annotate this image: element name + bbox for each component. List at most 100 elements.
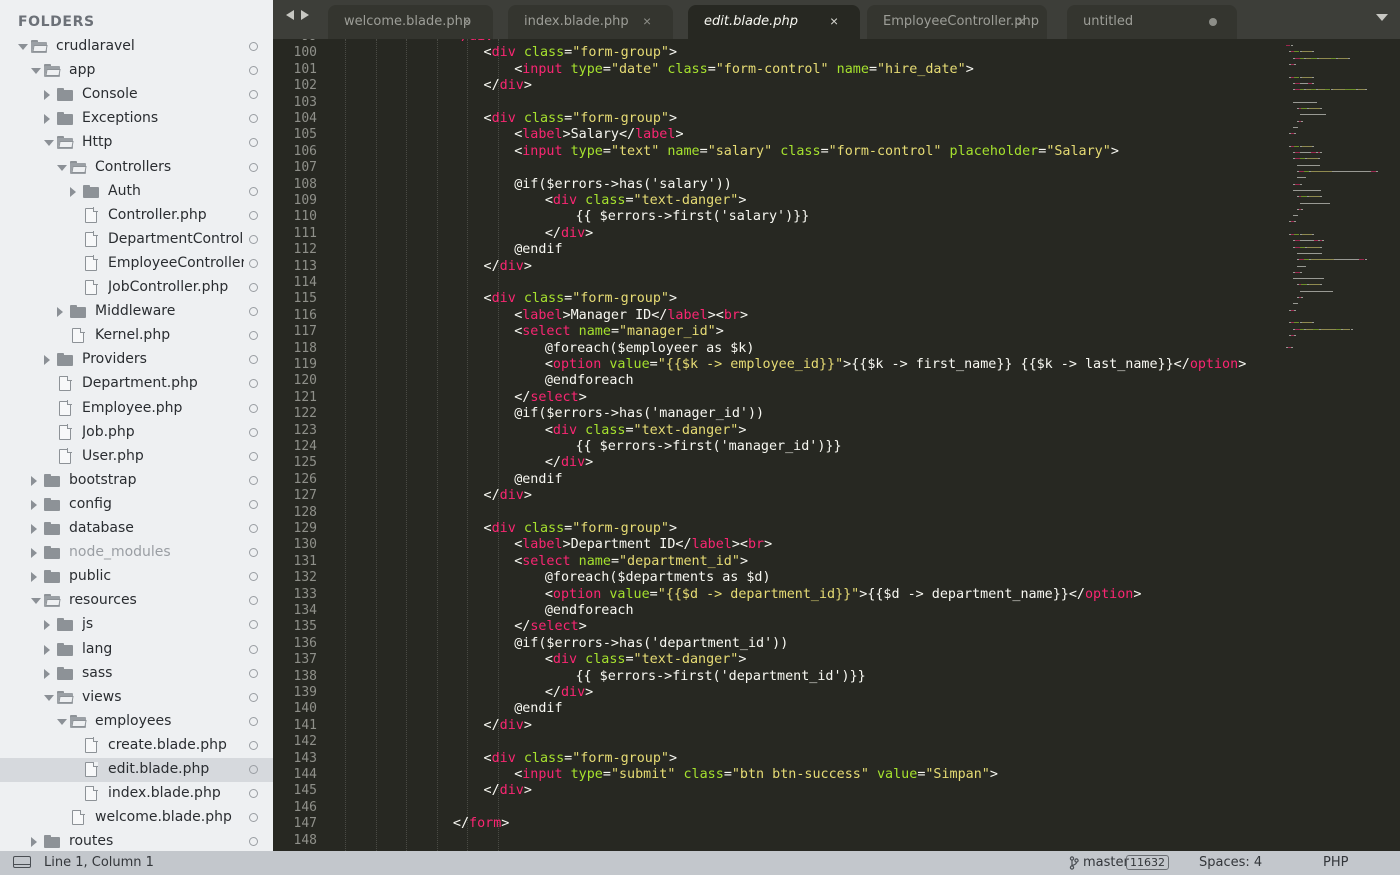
code-line[interactable]: 143 <div class="form-group">: [273, 751, 1273, 767]
sidebar-folder[interactable]: js: [0, 613, 273, 637]
sidebar-folder[interactable]: public: [0, 565, 273, 589]
code-line[interactable]: 103: [273, 95, 1273, 111]
sidebar-file[interactable]: EmployeeController.php: [0, 252, 273, 276]
git-branch[interactable]: master: [1083, 855, 1129, 870]
sidebar-folder[interactable]: Middleware: [0, 300, 273, 324]
code-line[interactable]: 147 </form>: [273, 816, 1273, 832]
disclosure-closed-icon[interactable]: [31, 475, 37, 486]
disclosure-closed-icon[interactable]: [31, 548, 37, 559]
tab-close-icon[interactable]: ×: [463, 13, 471, 29]
sidebar-folder[interactable]: database: [0, 517, 273, 541]
sidebar-folder[interactable]: config: [0, 493, 273, 517]
sidebar-file[interactable]: User.php: [0, 445, 273, 469]
code-line[interactable]: 121 </select>: [273, 390, 1273, 406]
tab-scroll-right-icon[interactable]: [301, 10, 309, 20]
cursor-position[interactable]: Line 1, Column 1: [44, 855, 154, 870]
disclosure-open-icon[interactable]: [44, 694, 54, 701]
disclosure-closed-icon[interactable]: [44, 668, 50, 679]
code-line[interactable]: 139 </div>: [273, 685, 1273, 701]
code-line[interactable]: 141 </div>: [273, 718, 1273, 734]
code-line[interactable]: 137 <div class="text-danger">: [273, 652, 1273, 668]
disclosure-closed-icon[interactable]: [31, 572, 37, 583]
unsaved-dot-icon[interactable]: [1209, 18, 1217, 26]
code-line[interactable]: 148: [273, 833, 1273, 849]
code-line[interactable]: 132 @foreach($departments as $d): [273, 570, 1273, 586]
editor-tab[interactable]: index.blade.php ×: [508, 5, 673, 39]
code-line[interactable]: 124 {{ $errors->first('manager_id')}}: [273, 439, 1273, 455]
code-line[interactable]: 146: [273, 800, 1273, 816]
editor-tab[interactable]: welcome.blade.php ×: [328, 5, 493, 39]
code-line[interactable]: 117 <select name="manager_id">: [273, 324, 1273, 340]
code-line[interactable]: 120 @endforeach: [273, 373, 1273, 389]
sidebar-folder[interactable]: Controllers: [0, 156, 273, 180]
disclosure-closed-icon[interactable]: [31, 837, 37, 848]
code-line[interactable]: 131 <select name="department_id">: [273, 554, 1273, 570]
sidebar-file[interactable]: Job.php: [0, 421, 273, 445]
code-line[interactable]: 133 <option value="{{$d -> department_id}…: [273, 587, 1273, 603]
code-line[interactable]: 126 @endif: [273, 472, 1273, 488]
sidebar-folder[interactable]: Exceptions: [0, 107, 273, 131]
code-line[interactable]: 144 <input type="submit" class="btn btn-s…: [273, 767, 1273, 783]
syntax-mode[interactable]: PHP: [1323, 855, 1348, 870]
sidebar-file[interactable]: DepartmentController.php: [0, 228, 273, 252]
code-line[interactable]: 110 {{ $errors->first('salary')}}: [273, 209, 1273, 225]
code-line[interactable]: 129 <div class="form-group">: [273, 521, 1273, 537]
sidebar-folder[interactable]: routes: [0, 830, 273, 851]
sidebar-file[interactable]: Department.php: [0, 372, 273, 396]
code-line[interactable]: 138 {{ $errors->first('department_id')}}: [273, 669, 1273, 685]
disclosure-open-icon[interactable]: [18, 44, 28, 50]
code-line[interactable]: 105 <label>Salary</label>: [273, 127, 1273, 143]
code-line[interactable]: 128: [273, 505, 1273, 521]
disclosure-open-icon[interactable]: [31, 598, 41, 605]
code-line[interactable]: 114: [273, 275, 1273, 291]
disclosure-closed-icon[interactable]: [70, 186, 76, 197]
editor-tab[interactable]: EmployeeController.php ×: [867, 5, 1047, 39]
tab-scroll-left-icon[interactable]: [286, 10, 294, 20]
disclosure-closed-icon[interactable]: [31, 499, 37, 510]
indentation-setting[interactable]: Spaces: 4: [1199, 855, 1262, 870]
code-line[interactable]: 107: [273, 160, 1273, 176]
tab-close-icon[interactable]: ×: [830, 13, 838, 29]
sidebar-file[interactable]: Employee.php: [0, 397, 273, 421]
sidebar-folder[interactable]: Console: [0, 83, 273, 107]
sidebar-file[interactable]: edit.blade.php: [0, 758, 273, 782]
disclosure-closed-icon[interactable]: [57, 307, 63, 318]
sidebar-folder[interactable]: app: [0, 59, 273, 83]
code-editor[interactable]: 99</div>100<div class="form-group">101<i…: [273, 39, 1400, 851]
code-line[interactable]: 136 @if($errors->has('department_id')): [273, 636, 1273, 652]
disclosure-closed-icon[interactable]: [31, 524, 37, 534]
code-line[interactable]: 115 <div class="form-group">: [273, 291, 1273, 307]
code-line[interactable]: 145 </div>: [273, 783, 1273, 799]
sidebar-folder[interactable]: resources: [0, 589, 273, 613]
sidebar-folder[interactable]: node_modules: [0, 541, 273, 565]
tab-close-icon[interactable]: ×: [643, 13, 651, 29]
sidebar-folder[interactable]: bootstrap: [0, 469, 273, 493]
sidebar-folder[interactable]: Auth: [0, 180, 273, 204]
disclosure-closed-icon[interactable]: [44, 90, 50, 101]
tab-close-icon[interactable]: ×: [1017, 13, 1025, 29]
code-line[interactable]: 113 </div>: [273, 259, 1273, 275]
tab-dropdown-icon[interactable]: [1376, 14, 1388, 21]
sidebar-folder[interactable]: sass: [0, 662, 273, 686]
code-line[interactable]: 100 <div class="form-group">: [273, 45, 1273, 61]
code-line[interactable]: 142: [273, 734, 1273, 750]
code-line[interactable]: 122 @if($errors->has('manager_id')): [273, 406, 1273, 422]
disclosure-open-icon[interactable]: [31, 68, 41, 75]
sidebar-folder[interactable]: Providers: [0, 348, 273, 372]
disclosure-closed-icon[interactable]: [44, 644, 50, 655]
code-line[interactable]: 99 </div>: [273, 39, 1273, 45]
sidebar-folder[interactable]: views: [0, 686, 273, 710]
code-line[interactable]: 108 @if($errors->has('salary')): [273, 177, 1273, 193]
sidebar-folder[interactable]: crudlaravel: [0, 35, 273, 59]
code-line[interactable]: 106 <input type="text" name="salary" clas…: [273, 144, 1273, 160]
code-line[interactable]: 104 <div class="form-group">: [273, 111, 1273, 127]
sidebar-file[interactable]: create.blade.php: [0, 734, 273, 758]
sidebar-file[interactable]: index.blade.php: [0, 782, 273, 806]
minimap[interactable]: [1273, 39, 1400, 379]
panel-toggle-icon[interactable]: [13, 856, 31, 868]
code-line[interactable]: 130 <label>Department ID</label><br>: [273, 537, 1273, 553]
code-line[interactable]: 116 <label>Manager ID</label><br>: [273, 308, 1273, 324]
editor-tab[interactable]: edit.blade.php ×: [688, 5, 860, 39]
code-line[interactable]: 125 </div>: [273, 455, 1273, 471]
code-line[interactable]: 119 <option value="{{$k -> employee_id}}"…: [273, 357, 1273, 373]
